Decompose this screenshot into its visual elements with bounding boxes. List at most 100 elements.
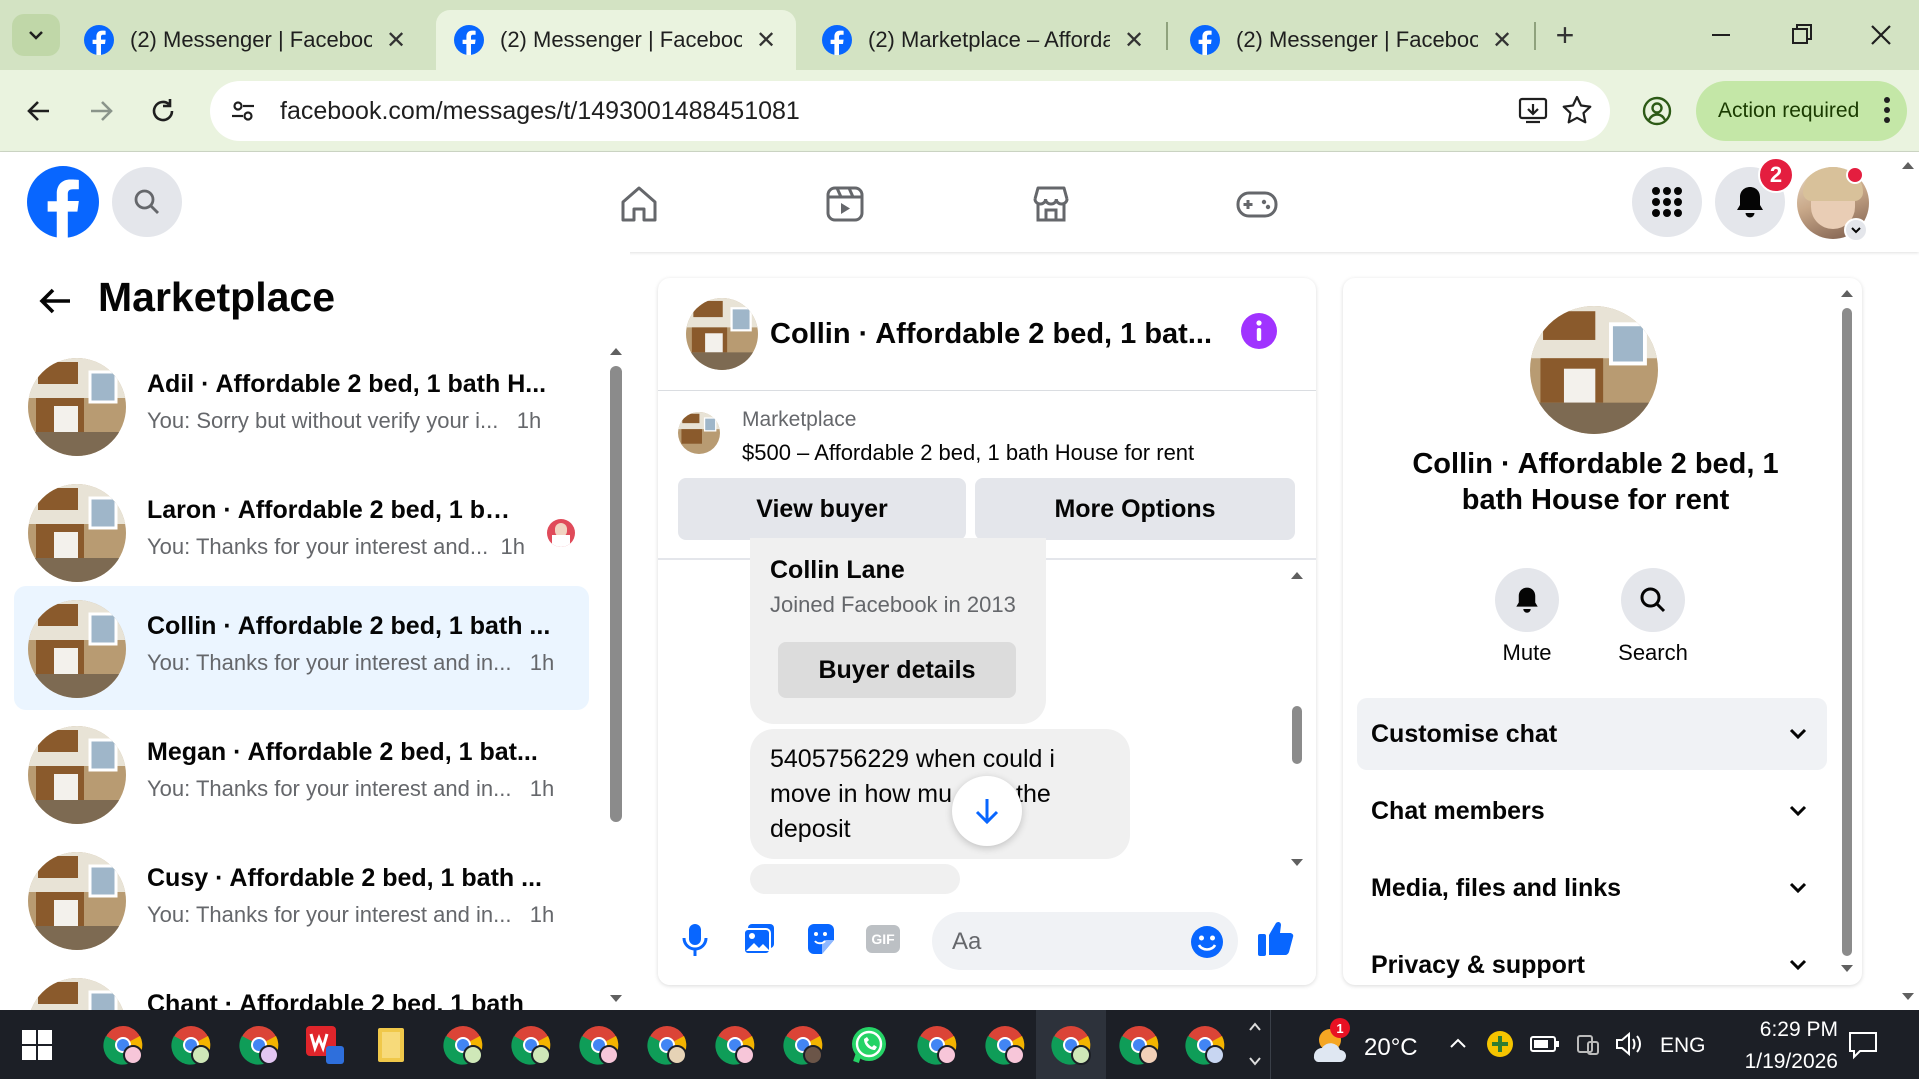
conversation-item-selected[interactable]: Collin · Affordable 2 bed, 1 bath ... Yo… <box>14 586 589 710</box>
chrome-profile-icon[interactable] <box>984 1024 1026 1066</box>
nav-video-icon[interactable] <box>820 179 870 229</box>
chat-avatar[interactable] <box>686 298 758 370</box>
browser-tab-3[interactable]: (2) Marketplace – Affordab ✕ <box>804 10 1164 70</box>
nav-gaming-icon[interactable] <box>1232 179 1282 229</box>
chrome-profile-icon[interactable] <box>578 1024 620 1066</box>
info-icon[interactable] <box>1240 312 1278 350</box>
chrome-profile-icon[interactable] <box>646 1024 688 1066</box>
more-options-button[interactable]: More Options <box>975 478 1295 540</box>
listing-title[interactable]: $500 – Affordable 2 bed, 1 bath House fo… <box>742 440 1194 466</box>
forward-icon[interactable] <box>80 90 122 132</box>
view-buyer-button[interactable]: View buyer <box>678 478 966 540</box>
nav-marketplace-icon[interactable] <box>1026 179 1076 229</box>
clock-date[interactable]: 1/19/2026 <box>1718 1050 1838 1074</box>
action-required-button[interactable]: Action required <box>1696 81 1907 141</box>
conversation-item[interactable]: Laron · Affordable 2 bed, 1 ba... You: T… <box>14 470 589 594</box>
section-privacy-support[interactable]: Privacy & support <box>1357 929 1827 985</box>
more-vert-icon[interactable] <box>1883 95 1891 125</box>
facebook-search-button[interactable] <box>112 167 182 237</box>
nav-home-icon[interactable] <box>614 179 664 229</box>
conversation-item[interactable]: Megan · Affordable 2 bed, 1 bat... You: … <box>14 712 589 836</box>
chrome-profile-icon[interactable] <box>238 1024 280 1066</box>
tab-search-button[interactable] <box>12 14 60 56</box>
gif-icon[interactable]: GIF <box>866 925 900 953</box>
tray-app-icon[interactable] <box>1486 1030 1514 1058</box>
menu-button[interactable] <box>1632 167 1702 237</box>
scroll-up-arrow[interactable] <box>609 344 623 358</box>
scroll-up-arrow[interactable] <box>1290 568 1304 582</box>
back-icon[interactable] <box>18 90 60 132</box>
facebook-logo-icon[interactable] <box>27 166 99 238</box>
chrome-profile-icon-active[interactable] <box>1050 1024 1092 1066</box>
bookmark-star-icon[interactable] <box>1560 93 1594 127</box>
section-customise-chat[interactable]: Customise chat <box>1357 698 1827 770</box>
wps-office-icon[interactable] <box>304 1024 346 1066</box>
close-tab-icon[interactable]: ✕ <box>1122 26 1146 55</box>
emoji-icon[interactable] <box>1190 925 1224 959</box>
browser-tab-1[interactable]: (2) Messenger | Facebook ✕ <box>66 10 426 70</box>
clock-time[interactable]: 6:29 PM <box>1718 1018 1838 1042</box>
buyer-details-button[interactable]: Buyer details <box>778 642 1016 698</box>
chrome-profile-icon[interactable] <box>714 1024 756 1066</box>
battery-icon[interactable] <box>1530 1032 1560 1056</box>
chrome-profile-icon[interactable] <box>916 1024 958 1066</box>
notification-center-icon[interactable] <box>1848 1030 1878 1060</box>
scrollbar-thumb[interactable] <box>1292 706 1302 764</box>
scroll-down-arrow[interactable] <box>1840 962 1854 976</box>
chrome-profile-icon[interactable] <box>442 1024 484 1066</box>
scroll-to-bottom-button[interactable] <box>952 776 1022 846</box>
photo-attach-icon[interactable] <box>742 922 776 956</box>
close-tab-icon[interactable]: ✕ <box>1490 26 1514 55</box>
taskbar-overflow-arrows[interactable] <box>1248 1018 1262 1070</box>
sticker-icon[interactable] <box>804 922 838 956</box>
chrome-profile-icon[interactable] <box>782 1024 824 1066</box>
close-window-icon[interactable] <box>1860 18 1900 52</box>
scroll-down-arrow[interactable] <box>609 992 623 1006</box>
section-chat-members[interactable]: Chat members <box>1357 775 1827 847</box>
search-conversation-button[interactable] <box>1621 568 1685 632</box>
conversation-item[interactable]: Cusy · Affordable 2 bed, 1 bath ... You:… <box>14 838 589 962</box>
conversation-item[interactable]: Adil · Affordable 2 bed, 1 bath H... You… <box>14 344 589 468</box>
chat-title[interactable]: Collin · Affordable 2 bed, 1 bat... <box>770 318 1212 351</box>
scrollbar-thumb[interactable] <box>610 366 622 822</box>
back-arrow-icon[interactable] <box>36 282 74 320</box>
conversation-item[interactable]: Chant · Affordable 2 bed, 1 bath <box>14 964 589 1010</box>
network-icon[interactable] <box>1574 1030 1602 1058</box>
chrome-profile-icon[interactable] <box>102 1024 144 1066</box>
like-thumb-icon[interactable] <box>1256 918 1296 958</box>
install-app-icon[interactable] <box>1516 93 1550 127</box>
site-info-icon[interactable] <box>224 92 262 130</box>
browser-tab-2[interactable]: (2) Messenger | Facebook ✕ <box>436 10 796 70</box>
chrome-profile-icon[interactable] <box>1184 1024 1226 1066</box>
temperature-text[interactable]: 20°C <box>1364 1034 1418 1062</box>
close-tab-icon[interactable]: ✕ <box>754 26 778 55</box>
chrome-profile-icon[interactable] <box>170 1024 212 1066</box>
restore-icon[interactable] <box>1780 18 1820 52</box>
windows-start-icon[interactable] <box>22 1030 52 1060</box>
minimize-icon[interactable] <box>1700 18 1740 52</box>
scrollbar-thumb[interactable] <box>1842 308 1852 956</box>
new-tab-icon[interactable]: + <box>1548 18 1582 52</box>
reload-icon[interactable] <box>142 90 184 132</box>
account-chevron-icon[interactable] <box>1844 218 1868 242</box>
profile-icon[interactable] <box>1636 90 1678 132</box>
chrome-profile-icon[interactable] <box>1118 1024 1160 1066</box>
close-tab-icon[interactable]: ✕ <box>384 26 408 55</box>
mute-button[interactable] <box>1495 568 1559 632</box>
volume-icon[interactable] <box>1614 1030 1644 1058</box>
language-indicator[interactable]: ENG <box>1660 1034 1706 1058</box>
whatsapp-icon[interactable] <box>848 1024 890 1066</box>
page-scroll-up-arrow[interactable] <box>1901 158 1915 172</box>
file-explorer-icon[interactable] <box>372 1024 414 1066</box>
address-bar[interactable]: facebook.com/messages/t/1493001488451081 <box>210 81 1610 141</box>
scroll-up-arrow[interactable] <box>1840 286 1854 300</box>
scroll-down-arrow[interactable] <box>1290 856 1304 870</box>
section-media-files-links[interactable]: Media, files and links <box>1357 852 1827 924</box>
chrome-profile-icon[interactable] <box>510 1024 552 1066</box>
browser-tab-4[interactable]: (2) Messenger | Facebook ✕ <box>1172 10 1532 70</box>
page-scroll-down-arrow[interactable] <box>1901 990 1915 1004</box>
show-hidden-icons[interactable] <box>1448 1034 1468 1054</box>
url-text[interactable]: facebook.com/messages/t/1493001488451081 <box>280 97 800 126</box>
microphone-icon[interactable] <box>680 922 710 958</box>
message-input[interactable]: Aa <box>932 912 1238 970</box>
